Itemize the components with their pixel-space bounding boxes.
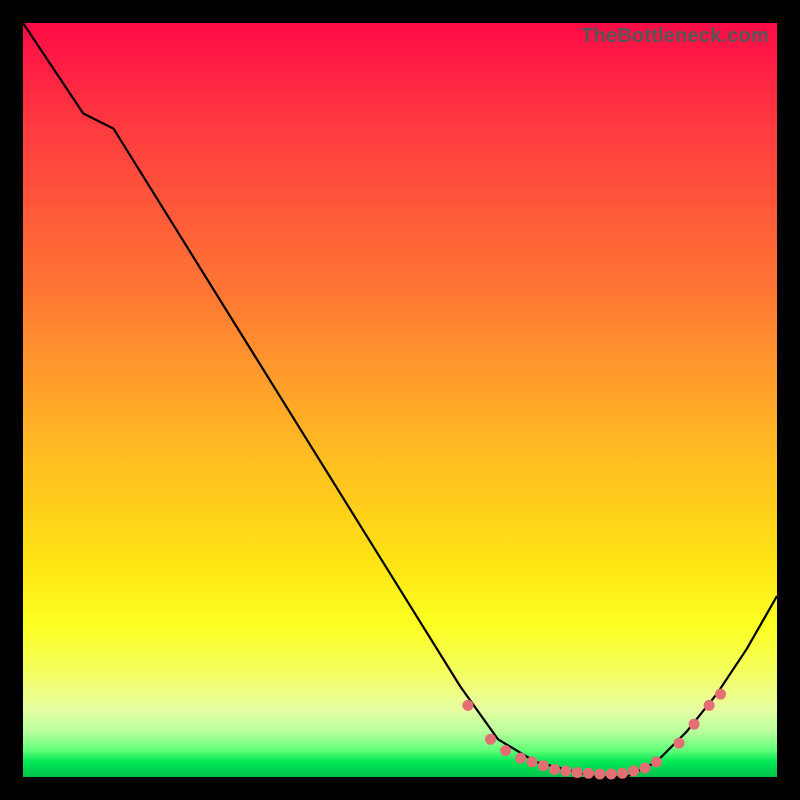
highlight-dot <box>572 767 583 778</box>
highlight-dot <box>527 756 538 767</box>
highlight-dot <box>462 700 473 711</box>
highlight-dot <box>500 745 511 756</box>
highlight-dot <box>515 753 526 764</box>
highlight-dot <box>640 763 651 774</box>
highlight-dot <box>628 766 639 777</box>
highlight-dot <box>704 700 715 711</box>
highlight-dot <box>689 719 700 730</box>
highlight-dot <box>715 689 726 700</box>
highlight-dot <box>651 756 662 767</box>
highlight-dot <box>560 766 571 777</box>
highlight-dot <box>617 768 628 779</box>
highlight-dot <box>594 769 605 780</box>
highlight-dot <box>538 760 549 771</box>
highlight-dot <box>606 769 617 780</box>
highlight-dot <box>583 768 594 779</box>
plot-area: TheBottleneck.com <box>23 23 777 777</box>
highlight-dot <box>549 764 560 775</box>
highlight-points <box>462 689 726 780</box>
bottleneck-curve <box>23 23 777 777</box>
highlight-dot <box>674 738 685 749</box>
highlight-dot <box>485 734 496 745</box>
curve-layer <box>23 23 777 777</box>
chart-frame: TheBottleneck.com <box>0 0 800 800</box>
